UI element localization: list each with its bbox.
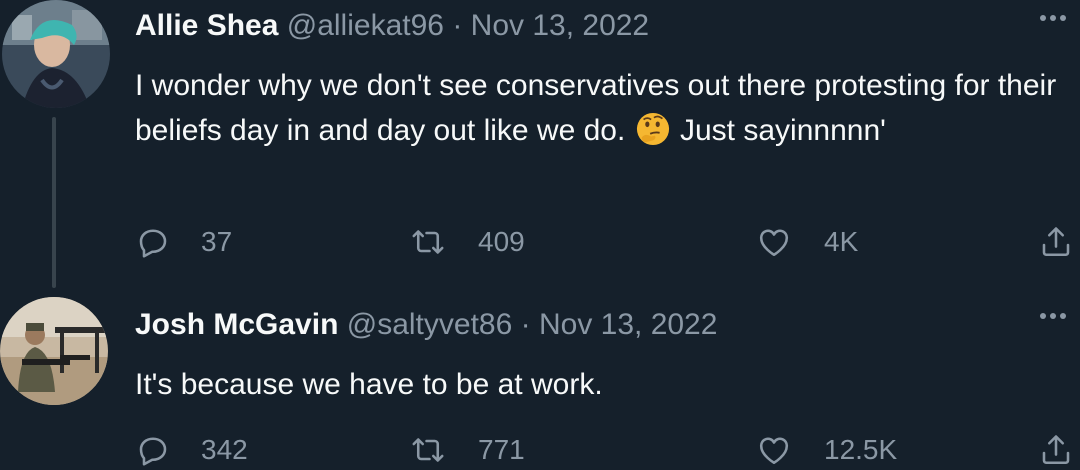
- retweet-count: 409: [478, 226, 525, 257]
- tweet-text-part1: I wonder why we don't see conservatives …: [135, 69, 1057, 147]
- author-handle[interactable]: @saltyvet86: [347, 308, 513, 341]
- tweet-josh-mcgavin[interactable]: Josh McGavin @saltyvet86 · Nov 13, 2022 …: [0, 285, 1080, 466]
- share-button[interactable]: [1038, 430, 1074, 470]
- avatar[interactable]: [2, 0, 110, 108]
- tweet-actions: 37 409 4K: [0, 222, 1080, 262]
- share-button[interactable]: [1038, 222, 1074, 262]
- heart-icon: [759, 229, 789, 257]
- thread-line: [52, 117, 56, 288]
- share-icon: [1042, 227, 1070, 257]
- tweet-header: Allie Shea @alliekat96 · Nov 13, 2022: [135, 8, 649, 44]
- tweet-text-part1: It's because we have to be at work.: [135, 368, 603, 401]
- tweet-actions: 342 771 12.5K: [0, 430, 1080, 470]
- like-button[interactable]: 4K: [756, 222, 858, 262]
- like-button[interactable]: 12.5K: [756, 430, 897, 470]
- tweet-header: Josh McGavin @saltyvet86 · Nov 13, 2022: [135, 307, 717, 343]
- tweet-allie-shea[interactable]: Allie Shea @alliekat96 · Nov 13, 2022 I …: [0, 0, 1080, 288]
- reply-button[interactable]: 37: [135, 222, 232, 262]
- thinking-face-icon: [636, 112, 669, 146]
- retweet-button[interactable]: 409: [410, 222, 525, 262]
- reply-count: 342: [201, 434, 248, 465]
- author-name[interactable]: Josh McGavin: [135, 308, 338, 341]
- retweet-count: 771: [478, 434, 525, 465]
- tweet-text-part2: Just sayinnnnn': [680, 114, 886, 147]
- more-icon[interactable]: [1040, 311, 1072, 321]
- author-name[interactable]: Allie Shea: [135, 9, 278, 42]
- reply-icon: [139, 229, 167, 258]
- separator: ·: [452, 9, 463, 42]
- like-count: 12.5K: [824, 434, 898, 465]
- author-handle[interactable]: @alliekat96: [287, 9, 444, 42]
- avatar[interactable]: [0, 297, 108, 405]
- separator: ·: [520, 308, 531, 341]
- more-icon[interactable]: [1040, 13, 1072, 23]
- retweet-icon: [412, 438, 444, 462]
- tweet-date[interactable]: Nov 13, 2022: [471, 9, 649, 42]
- like-count: 4K: [824, 226, 859, 257]
- retweet-icon: [412, 230, 444, 254]
- heart-icon: [759, 437, 789, 465]
- tweet-text: It's because we have to be at work.: [135, 362, 1065, 407]
- tweet-date[interactable]: Nov 13, 2022: [539, 308, 717, 341]
- reply-button[interactable]: 342: [135, 430, 248, 470]
- retweet-button[interactable]: 771: [410, 430, 525, 470]
- tweet-text: I wonder why we don't see conservatives …: [135, 63, 1065, 153]
- share-icon: [1042, 435, 1070, 465]
- reply-icon: [139, 437, 167, 466]
- reply-count: 37: [201, 226, 233, 257]
